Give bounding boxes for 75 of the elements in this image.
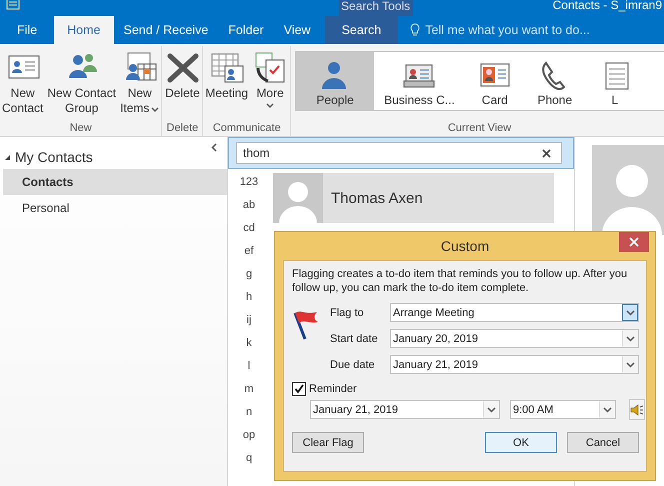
expanded-triangle-icon — [4, 154, 11, 160]
folder-item[interactable]: Personal — [3, 195, 227, 221]
group-label: Communicate — [212, 122, 282, 136]
sound-button[interactable] — [629, 399, 645, 420]
collapse-button[interactable] — [211, 143, 217, 152]
chevron-icon — [486, 406, 496, 412]
field-label: Flag to — [330, 306, 365, 318]
ribbon-button[interactable]: New Items — [118, 46, 162, 116]
dialog-button[interactable]: Clear Flag — [292, 432, 364, 453]
clear-icon — [542, 148, 551, 158]
ribbon-tab[interactable]: Folder — [218, 16, 274, 44]
dialog-title: Custom — [440, 238, 490, 254]
dropdown-button[interactable] — [622, 304, 638, 321]
window-title: Contacts - S_imran9 — [552, 0, 663, 11]
folder-item[interactable]: Contacts — [3, 169, 227, 195]
index-letter[interactable]: ef — [244, 240, 254, 263]
lightbulb-icon — [410, 23, 420, 37]
ribbon-tab[interactable]: Home — [54, 16, 114, 44]
view-button[interactable]: L — [584, 52, 645, 110]
chevron-icon — [626, 310, 634, 316]
index-letter[interactable]: n — [246, 401, 252, 424]
dropdown-field[interactable]: January 21, 2019 — [390, 355, 639, 374]
index-letter[interactable]: m — [244, 378, 254, 401]
avatar-silhouette-icon — [273, 173, 323, 223]
quick-access-icon — [6, 0, 20, 10]
ribbon-tab[interactable]: View — [274, 16, 321, 44]
chevron-icon — [626, 362, 634, 368]
field-label: Due date — [330, 358, 376, 370]
group-label: Current View — [446, 122, 512, 136]
dropdown-field[interactable]: Arrange Meeting — [390, 303, 639, 322]
ribbon-button[interactable]: Meeting — [203, 46, 250, 101]
contextual-tab-group: Search Tools — [338, 0, 413, 16]
index-letter[interactable]: op — [242, 424, 256, 447]
index-letter[interactable]: 123 — [240, 171, 258, 194]
ribbon-tab[interactable]: Search — [324, 16, 398, 44]
contact-card[interactable]: Thomas Axen — [273, 173, 554, 223]
index-letter[interactable]: k — [246, 332, 252, 355]
checkbox-label: Reminder — [309, 383, 357, 395]
field-label: Start date — [330, 332, 379, 344]
index-letter[interactable]: q — [246, 447, 252, 470]
view-button[interactable]: Card — [464, 52, 525, 110]
ribbon-button[interactable]: Delete — [162, 46, 202, 101]
index-letter[interactable]: ab — [242, 194, 256, 217]
speaker-icon — [630, 404, 644, 416]
close-button[interactable] — [619, 232, 649, 252]
checkmark-icon — [294, 384, 304, 394]
chevron-icon — [602, 406, 612, 412]
index-letter[interactable]: g — [246, 263, 252, 286]
dropdown-field[interactable]: January 20, 2019 — [390, 329, 639, 348]
dialog-button[interactable]: Cancel — [567, 432, 639, 453]
reminder-checkbox[interactable] — [292, 382, 306, 396]
ribbon-button[interactable]: New Contact Group — [45, 46, 118, 116]
close-icon — [629, 237, 639, 247]
view-button[interactable]: Business C... — [374, 52, 465, 110]
search-field[interactable]: thom — [236, 142, 562, 164]
index-letter[interactable]: h — [246, 286, 252, 309]
dialog-button[interactable]: OK — [485, 432, 557, 453]
group-label: New — [68, 122, 93, 136]
dialog-message: Flagging creates a to-do item that reminds you to follow up. After you follow up, you can mark the to-do item complete. — [292, 267, 628, 295]
chevron-icon — [626, 336, 634, 342]
folder-group-header[interactable]: My Contacts — [0, 141, 93, 169]
tell-me-field[interactable]: Tell me what you want to do... — [398, 16, 590, 44]
ribbon-button[interactable]: More — [250, 46, 290, 108]
index-letter[interactable]: ij — [246, 309, 252, 332]
view-button[interactable]: People — [296, 52, 374, 110]
index-letter[interactable]: cd — [243, 217, 255, 240]
view-button[interactable]: Phone — [524, 52, 585, 110]
index-letter[interactable]: l — [248, 355, 250, 378]
ribbon-button[interactable]: New Contact — [0, 46, 46, 116]
chevron-left-icon — [211, 143, 217, 152]
dropdown-field[interactable]: January 21, 2019 — [310, 400, 500, 419]
ribbon-tab[interactable]: Send / Receive — [114, 16, 218, 44]
group-label: Delete — [166, 122, 200, 136]
ribbon-tab[interactable]: File — [0, 16, 54, 44]
dropdown-field[interactable]: 9:00 AM — [510, 400, 616, 419]
